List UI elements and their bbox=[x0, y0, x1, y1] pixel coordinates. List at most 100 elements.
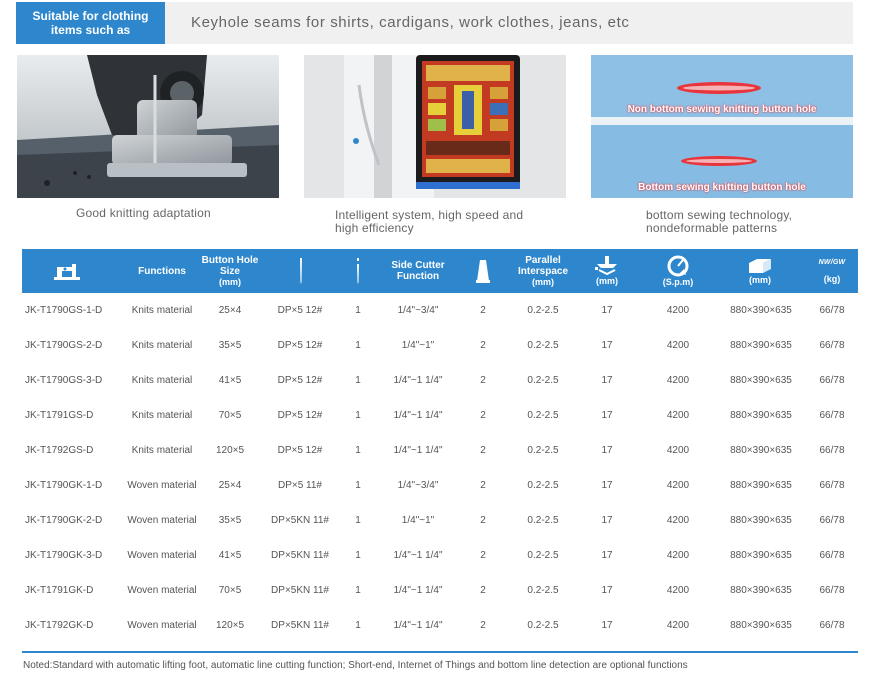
cell-speed: 4200 bbox=[666, 620, 690, 631]
cell-speed: 4200 bbox=[666, 550, 690, 561]
feature-caption-bottom-sewing: bottom sewing technology, nondeformable … bbox=[646, 209, 792, 235]
cell-needle-count: 1 bbox=[355, 620, 361, 631]
cell-dimensions: 880×390×635 bbox=[730, 620, 792, 631]
cell-presser-foot: 17 bbox=[601, 620, 613, 631]
cell-speed: 4200 bbox=[666, 375, 690, 386]
cell-speed: 4200 bbox=[666, 585, 690, 596]
fabric-buttonhole-image bbox=[591, 55, 853, 198]
cell-parallel-interspace: 0.2-2.5 bbox=[527, 445, 559, 456]
cell-button-hole-size: 35×5 bbox=[218, 515, 242, 526]
table-bottom-rule bbox=[22, 651, 858, 653]
cell-bobbin: 2 bbox=[480, 620, 486, 631]
cell-button-hole-size: 120×5 bbox=[215, 445, 245, 456]
cell-model: JK-T1790GS-1-D bbox=[25, 305, 103, 316]
box-icon bbox=[749, 258, 771, 273]
cell-dimensions: 880×390×635 bbox=[730, 550, 792, 561]
header-presser-foot: (mm) bbox=[588, 249, 626, 293]
cell-needle: DP×5KN 11# bbox=[271, 585, 329, 596]
footnote: Noted:Standard with automatic lifting fo… bbox=[23, 660, 688, 671]
banner-tag: Suitable for clothing items such as bbox=[16, 2, 165, 44]
cell-dimensions: 880×390×635 bbox=[730, 515, 792, 526]
cell-parallel-interspace: 0.2-2.5 bbox=[527, 410, 559, 421]
cell-needle: DP×5KN 11# bbox=[271, 620, 329, 631]
label-bottom-sewing: Bottom sewing knitting button hole bbox=[638, 182, 806, 193]
weight-icon: NW/GW bbox=[818, 259, 846, 266]
cell-presser-foot: 17 bbox=[601, 445, 613, 456]
cell-parallel-interspace: 0.2-2.5 bbox=[527, 515, 559, 526]
cell-bobbin: 2 bbox=[480, 305, 486, 316]
table-row: JK-T1790GS-1-D Knits material 25×4 DP×5 12#… bbox=[22, 293, 858, 328]
cell-presser-foot: 17 bbox=[601, 375, 613, 386]
cell-side-cutter: 1/4"~1 1/4" bbox=[393, 375, 443, 386]
header-weight: NW/GW (kg) bbox=[818, 259, 846, 284]
header-model bbox=[22, 249, 112, 293]
cell-needle: DP×5 12# bbox=[277, 445, 323, 456]
cell-function: Knits material bbox=[131, 445, 193, 456]
cell-button-hole-size: 41×5 bbox=[218, 375, 242, 386]
cell-function: Woven material bbox=[127, 585, 197, 596]
table-row: JK-T1790GK-3-D Woven material 41×5 DP×5KN 1… bbox=[22, 538, 858, 573]
table-row: JK-T1790GK-2-D Woven material 35×5 DP×5KN 1… bbox=[22, 503, 858, 538]
cell-model: JK-T1790GK-3-D bbox=[25, 550, 103, 561]
bobbin-icon bbox=[476, 260, 490, 283]
cell-weight: 66/78 bbox=[819, 340, 845, 351]
cell-side-cutter: 1/4"~3/4" bbox=[397, 305, 439, 316]
cell-model: JK-T1791GK-D bbox=[25, 585, 94, 596]
cell-needle-count: 1 bbox=[355, 550, 361, 561]
cell-function: Woven material bbox=[127, 620, 197, 631]
cell-needle: DP×5 12# bbox=[277, 375, 323, 386]
cell-model: JK-T1790GS-2-D bbox=[25, 340, 103, 351]
cell-presser-foot: 17 bbox=[601, 480, 613, 491]
table-row: JK-T1792GK-D Woven material 120×5 DP×5KN 11… bbox=[22, 608, 858, 643]
cell-dimensions: 880×390×635 bbox=[730, 480, 792, 491]
presser-foot-icon bbox=[595, 255, 617, 275]
cell-weight: 66/78 bbox=[819, 620, 845, 631]
table-row: JK-T1791GS-D Knits material 70×5 DP×5 12# 1 1… bbox=[22, 398, 858, 433]
cell-button-hole-size: 35×5 bbox=[218, 340, 242, 351]
suitable-items-banner: Suitable for clothing items such as Keyh… bbox=[16, 2, 853, 44]
cell-function: Woven material bbox=[127, 550, 197, 561]
feature-caption-knitting: Good knitting adaptation bbox=[76, 206, 211, 220]
spec-table-header: Functions Button Hole Size (mm) Side Cut… bbox=[22, 249, 858, 293]
feature-image-knitting bbox=[17, 55, 279, 198]
banner-text: Keyhole seams for shirts, cardigans, wor… bbox=[191, 14, 630, 31]
feature-caption-intelligent-text: Intelligent system, high speed and high … bbox=[335, 208, 524, 235]
cell-parallel-interspace: 0.2-2.5 bbox=[527, 340, 559, 351]
cell-function: Woven material bbox=[127, 480, 197, 491]
cell-bobbin: 2 bbox=[480, 340, 486, 351]
cell-side-cutter: 1/4"~1" bbox=[401, 340, 435, 351]
cell-needle: DP×5 12# bbox=[277, 340, 323, 351]
cell-speed: 4200 bbox=[666, 410, 690, 421]
cell-needle-count: 1 bbox=[355, 445, 361, 456]
cell-dimensions: 880×390×635 bbox=[730, 445, 792, 456]
cell-weight: 66/78 bbox=[819, 410, 845, 421]
cell-needle-count: 1 bbox=[355, 340, 361, 351]
cell-model: JK-T1792GS-D bbox=[25, 445, 94, 456]
cell-needle: DP×5 11# bbox=[277, 480, 322, 491]
cell-side-cutter: 1/4"~1 1/4" bbox=[393, 585, 443, 596]
cell-speed: 4200 bbox=[666, 445, 690, 456]
cell-dimensions: 880×390×635 bbox=[730, 410, 792, 421]
cell-needle-count: 1 bbox=[355, 515, 361, 526]
cell-parallel-interspace: 0.2-2.5 bbox=[527, 585, 559, 596]
cell-weight: 66/78 bbox=[819, 480, 845, 491]
cell-model: JK-T1790GK-2-D bbox=[25, 515, 103, 526]
cell-side-cutter: 1/4"~1 1/4" bbox=[393, 550, 443, 561]
cell-weight: 66/78 bbox=[819, 585, 845, 596]
speed-icon bbox=[667, 255, 689, 276]
cell-bobbin: 2 bbox=[480, 445, 486, 456]
cell-weight: 66/78 bbox=[819, 375, 845, 386]
feature-caption-bottom-sewing-text: bottom sewing technology, nondeformable … bbox=[646, 208, 793, 235]
cell-button-hole-size: 25×4 bbox=[218, 305, 242, 316]
table-row: JK-T1792GS-D Knits material 120×5 DP×5 12# 1… bbox=[22, 433, 858, 468]
cell-bobbin: 2 bbox=[480, 585, 486, 596]
cell-parallel-interspace: 0.2-2.5 bbox=[527, 620, 559, 631]
cell-side-cutter: 1/4"~1" bbox=[401, 515, 435, 526]
cell-presser-foot: 17 bbox=[601, 305, 613, 316]
cell-bobbin: 2 bbox=[480, 480, 486, 491]
cell-function: Woven material bbox=[127, 515, 197, 526]
cell-needle-count: 1 bbox=[355, 410, 361, 421]
header-bobbin bbox=[468, 249, 498, 293]
cell-bobbin: 2 bbox=[480, 515, 486, 526]
cell-presser-foot: 17 bbox=[601, 585, 613, 596]
